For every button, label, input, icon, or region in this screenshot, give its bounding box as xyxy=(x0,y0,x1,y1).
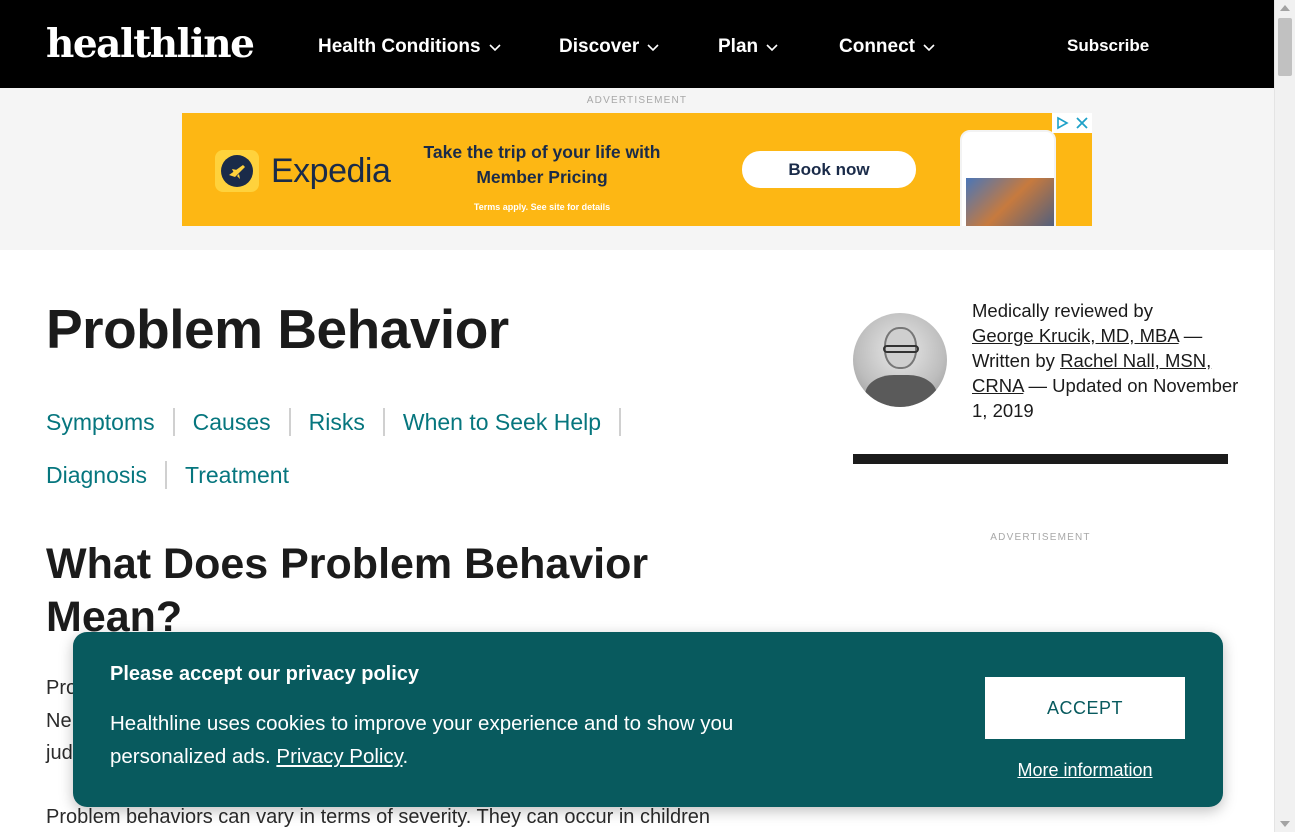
toc-divider xyxy=(288,408,291,436)
toc-divider xyxy=(165,461,167,489)
page-title: Problem Behavior xyxy=(46,298,509,360)
nav-discover[interactable]: Discover xyxy=(559,34,659,60)
toc-divider xyxy=(172,408,175,436)
close-icon[interactable] xyxy=(1075,116,1089,130)
reviewer-avatar[interactable] xyxy=(853,313,947,407)
review-divider-bar xyxy=(853,454,1228,464)
cookie-message: Healthline uses cookies to improve your … xyxy=(110,707,830,773)
toc-link-risks[interactable]: Risks xyxy=(309,405,365,439)
reviewer-link[interactable]: George Krucik, MD, MBA xyxy=(972,325,1179,346)
nav-connect[interactable]: Connect xyxy=(839,34,935,60)
top-ad-area: ADVERTISEMENT Expedia Take the trip of y… xyxy=(0,88,1274,250)
vertical-scrollbar[interactable] xyxy=(1274,0,1295,832)
scroll-up-arrow-icon[interactable] xyxy=(1280,5,1290,11)
reviewed-by-label: Medically reviewed by xyxy=(972,300,1153,321)
toc-link-when-to-seek-help[interactable]: When to Seek Help xyxy=(403,405,601,439)
chevron-down-icon xyxy=(923,44,935,52)
nav-plan[interactable]: Plan xyxy=(718,34,778,60)
table-of-contents: Symptoms Causes Risks When to Seek Help … xyxy=(46,405,766,511)
expedia-logo-icon xyxy=(215,150,259,192)
nav-item-label: Discover xyxy=(559,36,640,57)
advertisement-label: ADVERTISEMENT xyxy=(586,95,688,106)
toc-divider xyxy=(382,408,385,436)
accept-button[interactable]: ACCEPT xyxy=(985,677,1185,739)
chevron-down-icon xyxy=(488,44,501,52)
section-heading: What Does Problem Behavior Mean? xyxy=(46,540,649,641)
toc-divider xyxy=(619,408,622,436)
cookie-consent-banner: Please accept our privacy policy Healthl… xyxy=(73,632,1223,807)
paragraph-fragment: jud xyxy=(46,742,73,764)
scrollbar-thumb[interactable] xyxy=(1278,18,1292,76)
expedia-terms: Terms apply. See site for details xyxy=(473,202,611,212)
scroll-down-arrow-icon[interactable] xyxy=(1280,821,1290,827)
expedia-ad-banner[interactable]: Expedia Take the trip of your life with … xyxy=(182,113,1092,226)
phone-mockup-image xyxy=(960,130,1056,226)
toc-link-diagnosis[interactable]: Diagnosis xyxy=(46,458,147,492)
review-byline: Medically reviewed by George Krucik, MD,… xyxy=(972,298,1242,423)
toc-link-treatment[interactable]: Treatment xyxy=(185,458,289,492)
chevron-down-icon xyxy=(647,44,659,52)
toc-link-causes[interactable]: Causes xyxy=(193,405,271,439)
nav-item-label: Health Conditions xyxy=(318,36,481,57)
expedia-brand-name: Expedia xyxy=(271,152,391,190)
nav-item-label: Plan xyxy=(718,36,759,57)
top-navigation: healthline Health Conditions Discover Pl… xyxy=(0,0,1274,88)
healthline-logo[interactable]: healthline xyxy=(46,22,255,66)
expedia-tagline: Take the trip of your life with Member P… xyxy=(423,142,661,187)
chevron-down-icon xyxy=(766,44,778,52)
subscribe-link[interactable]: Subscribe xyxy=(1067,34,1149,58)
nav-item-label: Connect xyxy=(839,36,915,57)
cookie-title: Please accept our privacy policy xyxy=(110,663,420,685)
privacy-policy-link[interactable]: Privacy Policy xyxy=(276,745,402,768)
more-information-link[interactable]: More information xyxy=(985,760,1185,781)
ad-choices-icon[interactable] xyxy=(1052,113,1092,133)
nav-health-conditions[interactable]: Health Conditions xyxy=(318,34,501,60)
play-triangle-icon xyxy=(1057,116,1069,130)
book-now-button[interactable]: Book now xyxy=(742,151,916,188)
cookie-body-end: . xyxy=(402,745,409,768)
toc-link-symptoms[interactable]: Symptoms xyxy=(46,405,155,439)
paragraph-fragment: Ne xyxy=(46,710,72,732)
advertisement-label: ADVERTISEMENT xyxy=(990,532,1091,543)
cookie-body-text: Healthline uses cookies to improve your … xyxy=(110,712,734,768)
